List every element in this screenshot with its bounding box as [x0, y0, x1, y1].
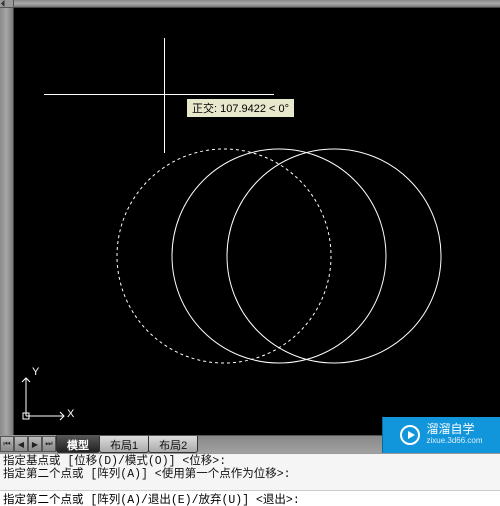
- tab-label: 布局1: [110, 437, 138, 453]
- drawing-canvas[interactable]: 正交: 107.9422 < 0° Y X: [14, 8, 500, 435]
- ruler-corner: [0, 0, 14, 8]
- tab-nav-next[interactable]: ▶: [28, 436, 42, 452]
- watermark-logo: 溜溜自学 zixue.3d66.com: [382, 417, 500, 453]
- ruler-left: [0, 0, 14, 435]
- ucs-x-label: X: [67, 408, 74, 420]
- tab-nav: ⏮ ◀ ▶ ⏭: [0, 435, 56, 453]
- drawing-objects: [14, 8, 500, 428]
- circle-copy-2: [227, 149, 441, 363]
- command-area: 指定基点或 [位移(D)/模式(O)] <位移>: 指定第二个点或 [阵列(A)…: [0, 453, 500, 505]
- layout-tabs: 模型 布局1 布局2: [56, 435, 197, 453]
- logo-brand: 溜溜自学: [426, 423, 482, 435]
- command-history-line: 指定基点或 [位移(D)/模式(O)] <位移>:: [3, 455, 497, 468]
- tab-nav-prev[interactable]: ◀: [14, 436, 28, 452]
- command-history-line: 指定第二个点或 [阵列(A)] <使用第一个点作为位移>:: [3, 468, 497, 481]
- command-history: 指定基点或 [位移(D)/模式(O)] <位移>: 指定第二个点或 [阵列(A)…: [0, 454, 500, 490]
- command-input-row: [0, 490, 500, 506]
- tab-nav-last[interactable]: ⏭: [42, 436, 56, 452]
- logo-url: zixue.3d66.com: [426, 435, 482, 447]
- tab-label: 布局2: [159, 437, 187, 453]
- tab-layout1[interactable]: 布局1: [99, 436, 149, 453]
- ucs-icon: [22, 378, 64, 420]
- play-icon: [400, 425, 420, 445]
- ucs-y-label: Y: [32, 366, 39, 378]
- tab-nav-first[interactable]: ⏮: [0, 436, 14, 452]
- tab-layout2[interactable]: 布局2: [148, 436, 198, 453]
- ruler-top: [14, 0, 500, 8]
- circle-copy-1: [172, 149, 386, 363]
- tab-model[interactable]: 模型: [56, 436, 100, 453]
- tab-label: 模型: [67, 437, 89, 453]
- circle-source-ghost: [117, 149, 331, 363]
- command-input[interactable]: [0, 491, 500, 506]
